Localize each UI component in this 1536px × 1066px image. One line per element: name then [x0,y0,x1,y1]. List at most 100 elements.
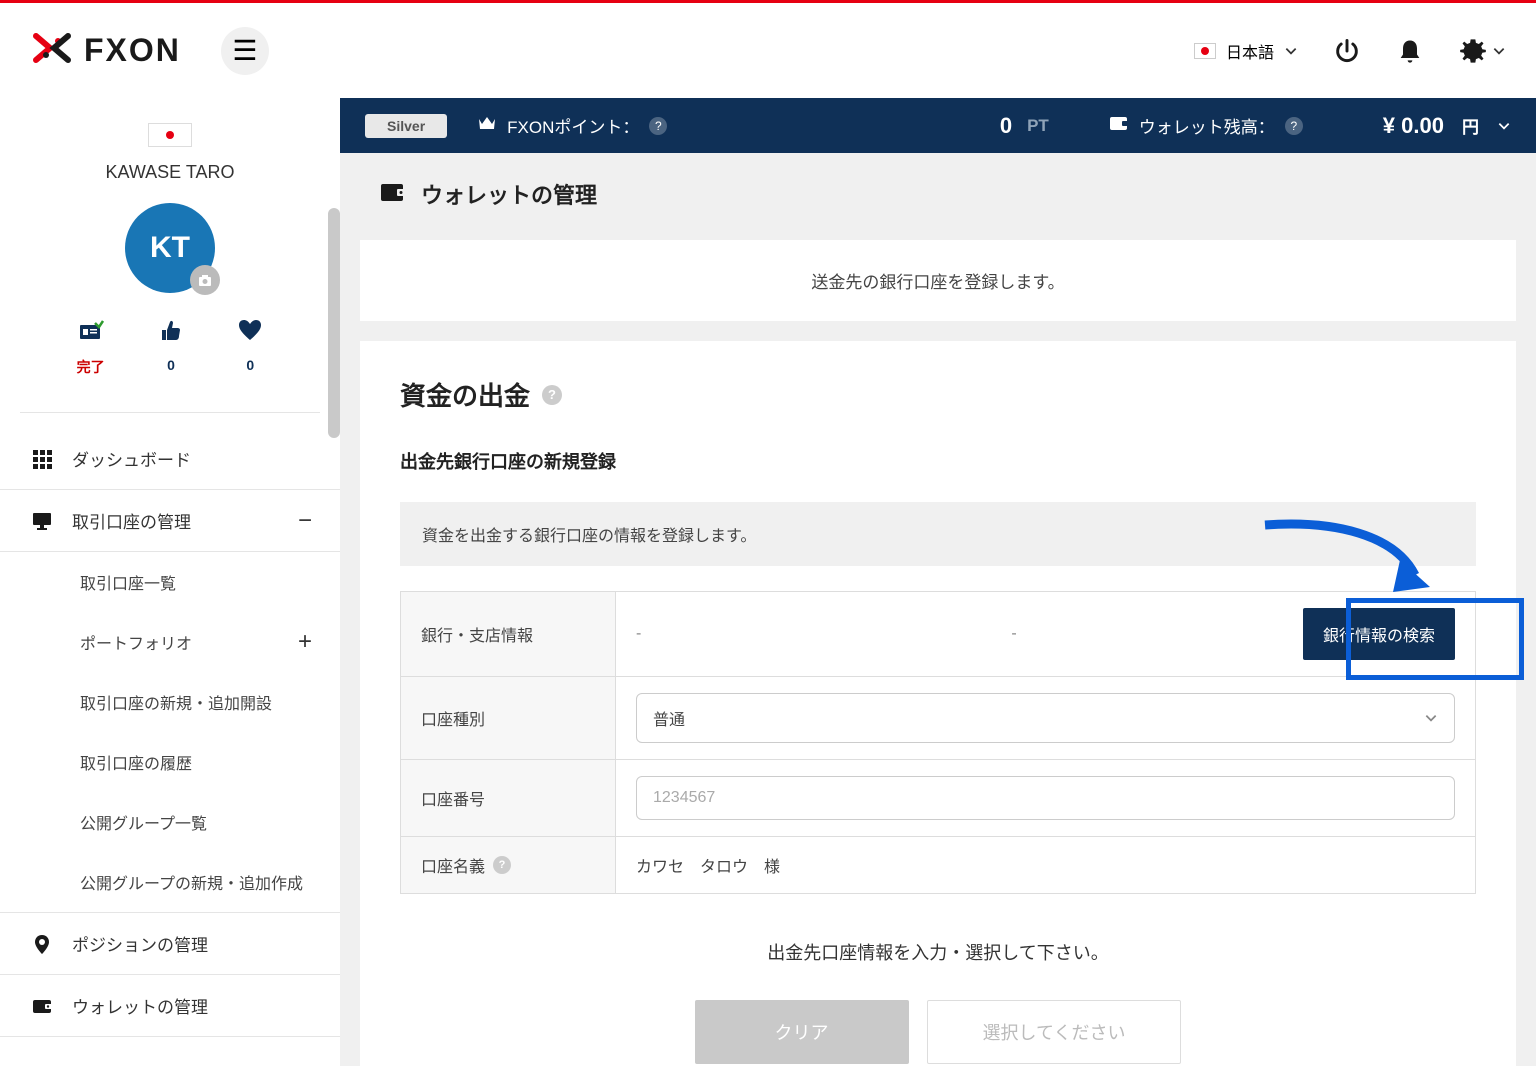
scrollbar[interactable] [328,208,340,438]
help-icon[interactable]: ? [1285,117,1303,135]
sidebar: KAWASE TARO KT 完了 0 0 [0,98,340,1066]
status-bar: Silver FXONポイント： ? 0 PT ウォレット残高： ? ¥ 0.0… [340,98,1536,153]
nav-accounts[interactable]: 取引口座の管理 − [0,489,340,552]
flag-jp-icon [1194,43,1216,59]
avatar[interactable]: KT [125,203,215,293]
withdrawal-section: 資金の出金 ? 出金先銀行口座の新規登録 資金を出金する銀行口座の情報を登録しま… [360,341,1516,1066]
stat-verification[interactable]: 完了 [77,318,105,377]
nav-label: ダッシュボード [72,446,191,471]
row-account-name: 口座名義 ? カワセ タロウ 様 [401,837,1476,894]
nav-new-public-group[interactable]: 公開グループの新規・追加作成 [0,852,340,912]
account-type-select[interactable]: 普通 [636,693,1455,743]
heart-icon [237,318,263,349]
hamburger-menu-button[interactable]: ☰ [221,27,269,75]
bank-branch-label: 銀行・支店情報 [401,592,616,677]
content-area: Silver FXONポイント： ? 0 PT ウォレット残高： ? ¥ 0.0… [340,98,1536,1066]
collapse-icon: − [298,507,312,535]
nav-public-groups[interactable]: 公開グループ一覧 [0,792,340,852]
header: FXON ☰ 日本語 [0,3,1536,98]
chevron-down-icon [1284,44,1298,58]
wallet-icon [30,995,54,1017]
language-label: 日本語 [1226,39,1274,63]
camera-icon[interactable] [190,265,220,295]
sub-heading: 出金先銀行口座の新規登録 [400,448,1476,474]
flag-jp-icon [159,127,181,143]
logo-text: FXON [84,32,181,69]
grid-icon [30,448,54,470]
select-button[interactable]: 選択してください [927,1000,1182,1064]
nav-label: 取引口座一覧 [80,570,176,594]
nav-label: 取引口座の新規・追加開設 [80,690,272,714]
stat-heart[interactable]: 0 [237,318,263,377]
help-icon[interactable]: ? [493,856,511,874]
balance-unit: 円 [1462,113,1479,138]
page-title: ウォレットの管理 [421,178,597,210]
power-icon[interactable] [1333,37,1361,65]
row-bank-branch: 銀行・支店情報 - - 銀行情報の検索 [401,592,1476,677]
nav-label: ポートフォリオ [80,630,192,654]
bank-dash1: - [636,625,641,643]
gear-icon [1459,37,1487,65]
points-segment: FXONポイント： ? [477,113,667,138]
wallet-icon [1109,114,1129,137]
wallet-segment: ウォレット残高： ? [1109,113,1303,138]
account-type-value: 普通 [653,706,685,730]
wallet-label: ウォレット残高： [1139,113,1275,138]
id-card-icon [78,318,104,349]
account-type-label: 口座種別 [401,677,616,760]
button-row: クリア 選択してください [400,1000,1476,1064]
expand-icon: + [298,628,312,656]
settings-menu[interactable] [1459,37,1506,65]
nav-accounts-list[interactable]: 取引口座一覧 [0,552,340,612]
profile-flag [148,123,192,147]
thumbs-up-icon [158,318,184,349]
chevron-down-icon [1424,711,1438,725]
nav-positions[interactable]: ポジションの管理 [0,912,340,975]
bank-info-display: - - [636,625,1288,643]
nav-label: ポジションの管理 [72,931,208,956]
row-account-number: 口座番号 [401,760,1476,837]
help-icon[interactable]: ? [649,117,667,135]
nav-wallet[interactable]: ウォレットの管理 [0,975,340,1037]
account-number-input[interactable] [636,776,1455,820]
bell-icon[interactable] [1396,37,1424,65]
nav-portfolio[interactable]: ポートフォリオ + [0,612,340,672]
nav-account-history[interactable]: 取引口座の履歴 [0,732,340,792]
prompt-text: 出金先口座情報を入力・選択して下さい。 [400,939,1476,965]
crown-icon [477,114,497,137]
notice-panel: 送金先の銀行口座を登録します。 [360,240,1516,321]
nav-dashboard[interactable]: ダッシュボード [0,428,340,489]
stat-complete-label: 完了 [77,357,105,377]
profile-stats: 完了 0 0 [20,318,320,377]
account-name-value: カワセ タロウ 様 [616,837,1476,894]
nav-label: 公開グループ一覧 [80,810,207,834]
stat-heart-value: 0 [246,357,254,373]
bank-form-table: 銀行・支店情報 - - 銀行情報の検索 口座種別 [400,591,1476,894]
bank-search-button[interactable]: 銀行情報の検索 [1303,608,1455,660]
bank-dash2: - [1011,625,1016,643]
account-number-label: 口座番号 [401,760,616,837]
profile-section: KAWASE TARO KT 完了 0 0 [0,98,340,397]
account-name-label: 口座名義 [421,853,485,877]
page-body: ウォレットの管理 送金先の銀行口座を登録します。 資金の出金 ? 出金先銀行口座… [340,153,1536,1066]
logo[interactable]: FXON [30,26,181,75]
balance-value[interactable]: ¥ 0.00 円 [1383,113,1511,139]
header-right: 日本語 [1194,37,1506,65]
divider [20,412,320,413]
profile-name: KAWASE TARO [20,162,320,183]
nav-new-account[interactable]: 取引口座の新規・追加開設 [0,672,340,732]
points-number: 0 [1000,113,1012,139]
monitor-icon [30,510,54,532]
balance-symbol: ¥ [1383,113,1395,138]
row-account-type: 口座種別 普通 [401,677,1476,760]
help-icon[interactable]: ? [542,385,562,405]
clear-button[interactable]: クリア [695,1000,909,1064]
language-selector[interactable]: 日本語 [1194,39,1298,63]
tier-badge: Silver [365,114,447,138]
balance-number: 0.00 [1401,113,1444,138]
page-header: ウォレットの管理 [340,153,1536,240]
info-banner: 資金を出金する銀行口座の情報を登録します。 [400,502,1476,566]
stat-thumbs[interactable]: 0 [158,318,184,377]
points-value: 0 PT [1000,113,1049,139]
section-title-row: 資金の出金 ? [400,376,1476,413]
